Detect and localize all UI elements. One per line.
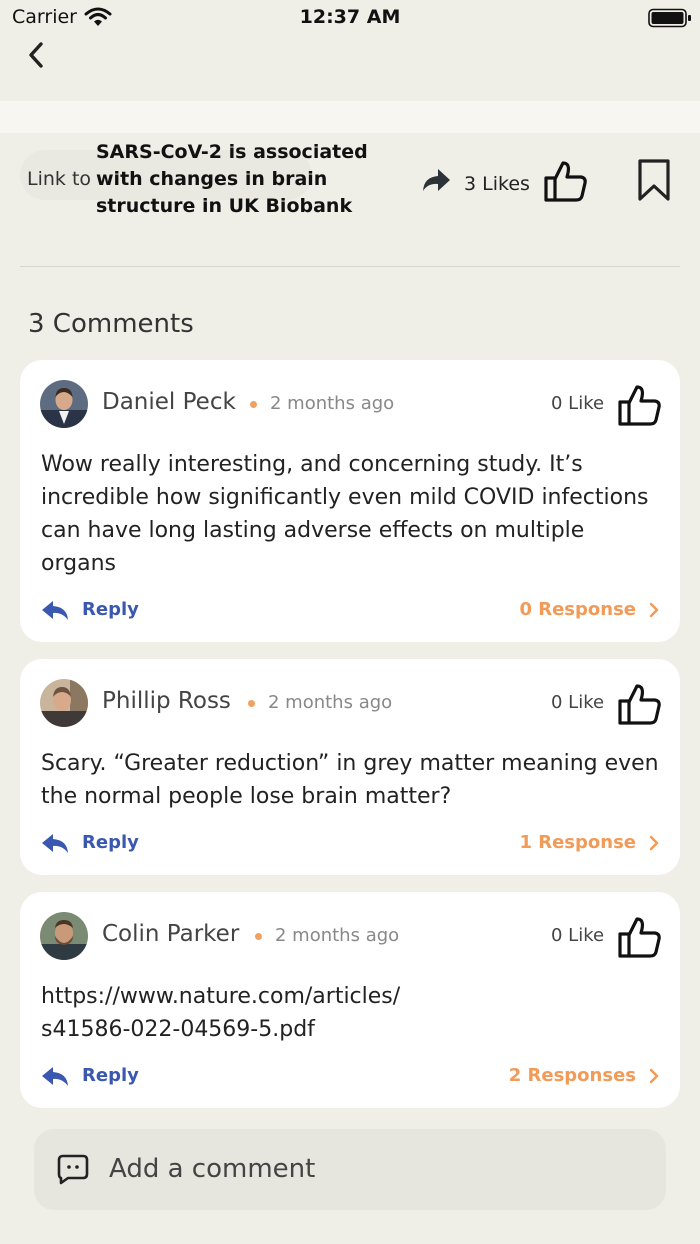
comment-card: Phillip Ross 2 months ago 0 Like Scary. … [20, 659, 680, 875]
reply-icon[interactable] [40, 598, 70, 622]
chevron-left-icon [29, 42, 43, 68]
reply-icon[interactable] [40, 831, 70, 855]
separator-dot [250, 401, 257, 408]
comment-text: Wow really interesting, and concerning s… [41, 452, 649, 576]
linked-article-title[interactable]: SARS-CoV-2 is associated with changes in… [96, 139, 416, 220]
responses-link[interactable]: 0 Response [519, 599, 636, 620]
back-button[interactable] [18, 38, 54, 72]
share-icon[interactable] [420, 166, 452, 194]
battery-icon [648, 8, 691, 28]
comment-timestamp: 2 months ago [268, 692, 393, 713]
thumbs-up-icon[interactable] [543, 158, 589, 204]
link-prefix: Link to [27, 168, 92, 190]
clock: 12:37 AM [299, 6, 401, 28]
status-bar: Carrier 12:37 AM [0, 0, 700, 36]
comment-like-count: 0 Like [551, 393, 605, 414]
add-comment-placeholder: Add a comment [109, 1154, 316, 1184]
comment-text[interactable]: https://www.nature.com/articles/ s41586-… [41, 980, 661, 1046]
chevron-right-icon[interactable] [648, 601, 660, 619]
comment-text: Scary. “Greater reduction” in grey matte… [41, 751, 659, 809]
add-comment-input[interactable]: Add a comment [34, 1129, 666, 1210]
comment-like-count: 0 Like [551, 925, 605, 946]
bookmark-icon[interactable] [636, 158, 672, 202]
avatar[interactable] [40, 912, 88, 960]
comment-card: Daniel Peck 2 months ago 0 Like Wow real… [20, 360, 680, 642]
separator-dot [255, 933, 262, 940]
reply-icon[interactable] [40, 1064, 70, 1088]
comment-author[interactable]: Colin Parker [102, 921, 239, 947]
responses-link[interactable]: 1 Response [519, 832, 636, 853]
post-likes-count: 3 Likes [464, 173, 530, 195]
thumbs-up-icon[interactable] [617, 681, 663, 727]
comment-timestamp: 2 months ago [275, 925, 400, 946]
chevron-right-icon[interactable] [648, 834, 660, 852]
header-band [0, 101, 700, 133]
comment-bubble-icon [57, 1154, 89, 1185]
chevron-right-icon[interactable] [648, 1067, 660, 1085]
comments-count-heading: 3 Comments [28, 309, 194, 339]
thumbs-up-icon[interactable] [617, 914, 663, 960]
comment-like-count: 0 Like [551, 692, 605, 713]
comment-timestamp: 2 months ago [270, 393, 395, 414]
reply-button[interactable]: Reply [82, 599, 139, 620]
comment-author[interactable]: Daniel Peck [102, 389, 236, 415]
comment-card: Colin Parker 2 months ago 0 Like https:/… [20, 892, 680, 1108]
comment-author[interactable]: Phillip Ross [102, 688, 231, 714]
avatar[interactable] [40, 679, 88, 727]
separator-dot [248, 700, 255, 707]
reply-button[interactable]: Reply [82, 1065, 139, 1086]
thumbs-up-icon[interactable] [617, 382, 663, 428]
responses-link[interactable]: 2 Responses [509, 1065, 636, 1086]
reply-button[interactable]: Reply [82, 832, 139, 853]
avatar[interactable] [40, 380, 88, 428]
divider [20, 266, 680, 267]
